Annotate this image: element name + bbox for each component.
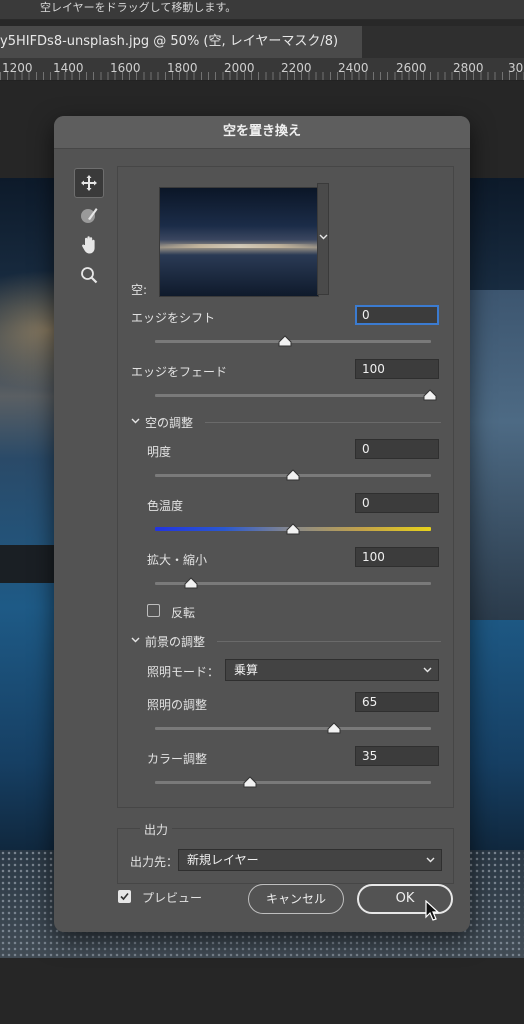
lighting-adjust-slider-thumb[interactable]	[327, 722, 341, 734]
ruler-label: 1800	[167, 61, 198, 75]
shift-edge-label: エッジをシフト	[131, 311, 216, 325]
sky-label: 空:	[131, 283, 148, 297]
sky-replacement-dialog: 空を置き換え 空: エッジをシフト 0 エッジをフェード 100 空の調整 明度…	[54, 116, 470, 932]
shift-edge-slider[interactable]	[155, 340, 431, 343]
ruler-label: 2400	[338, 61, 369, 75]
fade-edge-slider-thumb[interactable]	[423, 389, 437, 401]
image-pier	[0, 545, 55, 583]
color-adjust-slider-thumb[interactable]	[243, 776, 257, 788]
lighting-mode-label: 照明モード：	[147, 665, 220, 679]
horizontal-ruler: 1200 1400 1600 1800 2000 2200 2400 2600 …	[0, 58, 524, 81]
output-dest-value: 新規レイヤー	[187, 853, 259, 867]
scale-input[interactable]: 100	[355, 547, 439, 567]
ruler-label: 1200	[2, 61, 33, 75]
lighting-mode-select[interactable]: 乗算	[225, 659, 439, 681]
ruler-label: 2600	[396, 61, 427, 75]
sky-horizon	[160, 244, 318, 248]
sky-adjustments-header[interactable]: 空の調整	[145, 414, 193, 431]
chevron-down-icon	[423, 667, 432, 673]
preview-checkbox[interactable]	[118, 890, 131, 903]
sky-preset-dropdown[interactable]	[317, 183, 329, 295]
temperature-input[interactable]: 0	[355, 493, 439, 513]
cancel-button[interactable]: キャンセル	[248, 884, 344, 914]
lighting-mode-value: 乗算	[234, 663, 259, 677]
dialog-title[interactable]: 空を置き換え	[54, 116, 470, 149]
chevron-down-icon[interactable]	[131, 637, 140, 643]
chevron-down-icon	[426, 857, 435, 863]
brightness-input[interactable]: 0	[355, 439, 439, 459]
mouse-cursor-icon	[425, 900, 440, 921]
status-hint: 空レイヤーをドラッグして移動します。	[0, 0, 524, 20]
ruler-label: 300	[508, 61, 524, 75]
temperature-label: 色温度	[147, 499, 184, 513]
settings-panel: 空: エッジをシフト 0 エッジをフェード 100 空の調整 明度 0 色温度 …	[117, 166, 454, 808]
move-sky-icon[interactable]	[74, 168, 104, 198]
flip-checkbox[interactable]	[147, 604, 160, 617]
ruler-label: 2000	[224, 61, 255, 75]
output-dest-select[interactable]: 新規レイヤー	[178, 849, 442, 871]
brightness-label: 明度	[147, 445, 172, 459]
ruler-label: 1400	[53, 61, 84, 75]
fade-edge-label: エッジをフェード	[131, 365, 228, 379]
preview-label[interactable]: プレビュー	[142, 889, 202, 906]
image-building	[470, 290, 524, 620]
color-adjust-input[interactable]: 35	[355, 746, 439, 766]
scale-slider-thumb[interactable]	[184, 577, 198, 589]
tool-palette	[74, 168, 104, 292]
hand-icon[interactable]	[74, 230, 104, 260]
divider	[205, 422, 441, 423]
output-header: 出力	[140, 821, 173, 838]
zoom-icon[interactable]	[74, 260, 104, 290]
ruler-label: 2200	[281, 61, 312, 75]
foreground-adjustments-header[interactable]: 前景の調整	[145, 633, 205, 650]
ruler-label: 1600	[110, 61, 141, 75]
brightness-slider-thumb[interactable]	[286, 469, 300, 481]
lighting-adjust-label: 照明の調整	[147, 698, 208, 712]
fade-edge-slider[interactable]	[155, 394, 431, 397]
shift-edge-slider-thumb[interactable]	[278, 335, 292, 347]
checkmark-icon	[120, 892, 129, 901]
sky-brush-icon[interactable]	[74, 200, 104, 230]
ruler-label: 2800	[453, 61, 484, 75]
scale-label: 拡大・縮小	[147, 553, 208, 567]
shift-edge-input[interactable]: 0	[355, 305, 439, 325]
chevron-down-icon	[319, 234, 328, 240]
chevron-down-icon[interactable]	[131, 418, 140, 424]
document-tab[interactable]: y5HIFDs8-unsplash.jpg @ 50% (空, レイヤーマスク/…	[0, 26, 362, 58]
sky-preset-thumbnail[interactable]	[159, 187, 319, 297]
lighting-adjust-input[interactable]: 65	[355, 692, 439, 712]
canvas-bottom	[0, 958, 524, 1024]
fade-edge-input[interactable]: 100	[355, 359, 439, 379]
lighting-adjust-slider[interactable]	[155, 727, 431, 730]
color-adjust-slider[interactable]	[155, 781, 431, 784]
flip-label[interactable]: 反転	[171, 604, 195, 621]
divider	[217, 641, 441, 642]
tab-strip	[362, 26, 524, 58]
output-dest-label: 出力先：	[130, 855, 179, 869]
color-adjust-label: カラー調整	[147, 752, 208, 766]
temperature-slider-thumb[interactable]	[286, 523, 300, 535]
